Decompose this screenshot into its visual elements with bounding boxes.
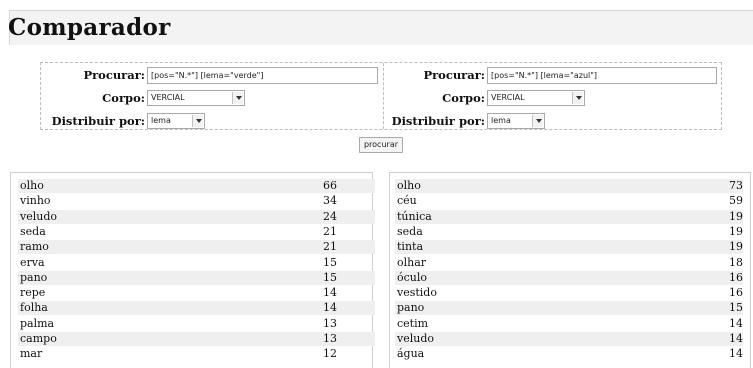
search-button[interactable]: procurar [359,137,403,153]
left-search-input[interactable]: [pos="N.*"] [lema="verde"] [147,67,378,84]
comparison-form: Procurar: [pos="N.*"] [lema="verde"] Cor… [40,62,722,130]
right-search-label: Procurar: [423,68,485,82]
left-distribute-select[interactable]: lema [147,113,205,129]
result-count: 59 [729,194,743,208]
result-row: pano 15 [18,270,375,285]
result-word: ramo [20,240,49,254]
result-word: vestido [397,286,437,300]
result-word: vinho [20,194,51,208]
result-count: 13 [323,316,337,330]
result-word: túnica [397,209,432,223]
right-distribute-label: Distribuir por: [391,114,485,128]
left-distribute-value: lema [151,116,171,125]
result-count: 21 [323,240,337,254]
result-count: 15 [729,301,743,315]
result-row: ramo 21 [18,240,375,255]
result-word: céu [397,194,417,208]
result-row: palma 13 [18,317,375,331]
left-results-panel: olho 66 vinho 34 veludo 24 seda 21 ramo 21 erva 15 p… [10,172,375,368]
left-corpus-select[interactable]: VERCIAL [147,90,245,106]
result-word: tinta [397,240,424,254]
result-count: 19 [729,240,743,254]
result-count: 14 [729,347,743,361]
result-word: olho [20,179,44,192]
left-corpus-value: VERCIAL [151,93,185,102]
result-count: 15 [323,270,337,284]
left-search-label: Procurar: [83,68,145,82]
result-word: olhar [397,255,427,269]
right-search-input[interactable]: [pos="N.*"] [lema="azul"] [487,67,717,84]
chevron-down-icon [532,115,543,127]
result-row: vinho 34 [18,194,375,208]
result-row: seda 21 [18,225,375,239]
left-corpus-label: Corpo: [102,91,145,105]
right-distribute-value: lema [491,116,511,125]
result-word: palma [20,316,55,330]
result-row: mar 12 [18,347,375,361]
result-count: 19 [729,224,743,238]
result-count: 66 [323,179,337,192]
result-row: olho 66 [18,179,375,193]
result-word: campo [20,332,57,345]
result-word: cetim [397,316,429,330]
result-count: 15 [323,255,337,269]
result-word: pano [20,270,48,284]
result-count: 14 [323,301,337,315]
result-row: veludo 14 [395,332,743,346]
result-row: tinta 19 [395,240,743,255]
result-word: mar [20,347,43,361]
result-word: veludo [397,332,434,345]
result-count: 14 [323,286,337,300]
result-row: vestido 16 [395,286,743,300]
page-header: Comparador [8,10,753,45]
result-row: pano 15 [395,301,743,316]
result-count: 14 [729,332,743,345]
chevron-down-icon [572,92,583,104]
result-count: 16 [729,270,743,284]
result-count: 18 [729,255,743,269]
result-row: veludo 24 [18,209,375,224]
result-word: folha [20,301,48,315]
result-row: água 14 [395,347,743,361]
result-count: 21 [323,224,337,238]
result-count: 19 [729,209,743,223]
result-row: cetim 14 [395,317,743,331]
page-title: Comparador [8,14,171,41]
result-word: veludo [20,209,57,223]
result-word: olho [397,179,421,192]
left-distribute-label: Distribuir por: [51,114,145,128]
result-count: 16 [729,286,743,300]
right-corpus-value: VERCIAL [491,93,525,102]
result-word: seda [397,224,423,238]
result-count: 24 [323,209,337,223]
result-count: 13 [323,332,337,345]
result-word: água [397,347,425,361]
result-count: 12 [323,347,337,361]
right-distribute-select[interactable]: lema [487,113,545,129]
result-count: 73 [729,179,743,192]
result-row: olho 73 [395,179,743,193]
result-word: pano [397,301,425,315]
result-word: seda [20,224,46,238]
result-row: céu 59 [395,194,743,208]
result-word: óculo [397,270,428,284]
result-row: erva 15 [18,256,375,270]
right-corpus-select[interactable]: VERCIAL [487,90,585,106]
result-row: olhar 18 [395,256,743,270]
right-results-panel: olho 73 céu 59 túnica 19 seda 19 tinta 19 olhar 18 ó… [389,172,751,368]
result-row: campo 13 [18,332,375,346]
result-count: 34 [323,194,337,208]
chevron-down-icon [232,92,243,104]
result-row: repe 14 [18,286,375,300]
result-row: seda 19 [395,225,743,239]
result-row: túnica 19 [395,209,743,224]
result-count: 14 [729,316,743,330]
result-word: repe [20,286,46,300]
result-word: erva [20,255,45,269]
chevron-down-icon [192,115,203,127]
result-row: óculo 16 [395,270,743,285]
right-corpus-label: Corpo: [442,91,485,105]
result-row: folha 14 [18,301,375,316]
